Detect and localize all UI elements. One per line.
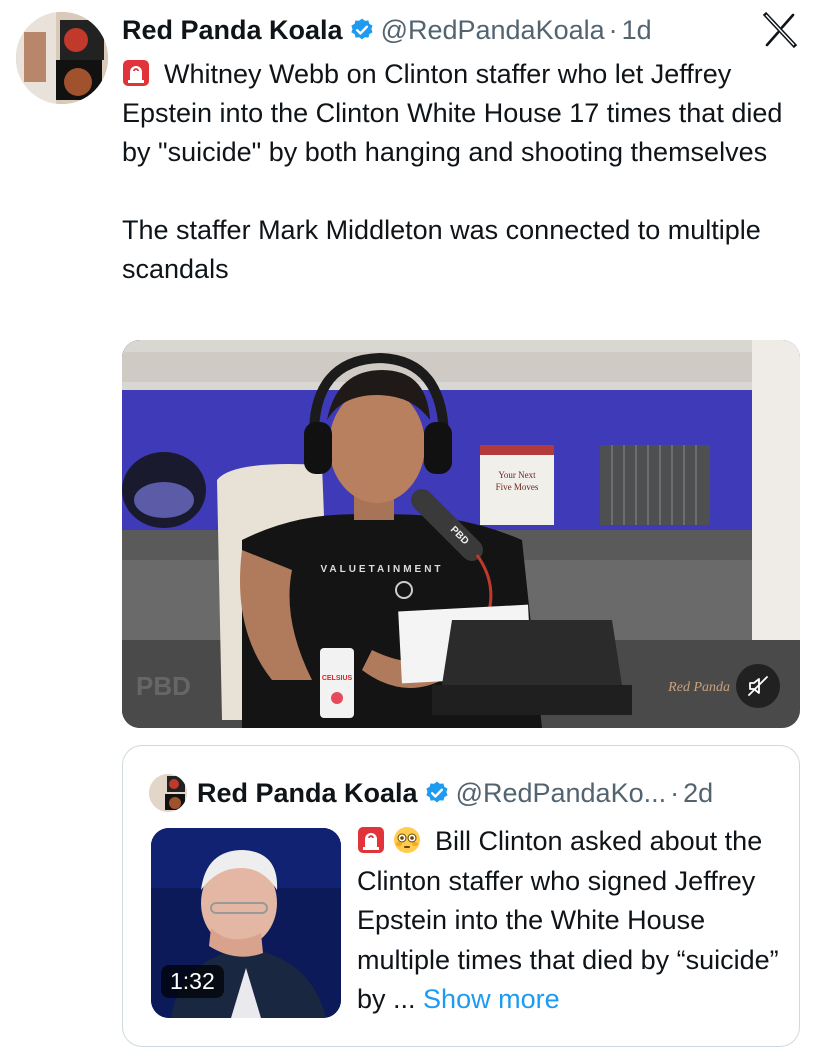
author-handle[interactable]: @RedPandaKoala (381, 15, 605, 46)
show-more-link[interactable]: Show more (423, 984, 560, 1014)
quoted-tweet-body: Bill Clinton asked about the Clinton sta… (357, 826, 779, 1014)
quoted-video-thumbnail[interactable]: 1:32 (151, 828, 341, 1018)
author-name[interactable]: Red Panda Koala (122, 15, 343, 46)
rotating-light-icon (358, 827, 384, 853)
quoted-avatar-image (149, 774, 187, 812)
author-avatar[interactable] (16, 12, 108, 104)
video-duration: 1:32 (161, 965, 224, 998)
x-logo-icon (762, 11, 798, 49)
shirt-text: VALUETAINMENT (320, 564, 443, 575)
watermark-right: Red Panda (668, 680, 730, 695)
video-player[interactable]: Your Next Five Moves VALUETAINMENT PBD C… (122, 340, 800, 728)
can-label: CELSIUS (322, 675, 353, 682)
muted-speaker-icon (748, 676, 768, 696)
video-frame: Your Next Five Moves VALUETAINMENT PBD C… (122, 340, 800, 728)
tweet-header: Red Panda Koala @RedPandaKoala · 1d (122, 12, 652, 48)
flushed-face-icon (394, 827, 420, 853)
book-title-line-2: Five Moves (496, 482, 539, 492)
tweet-text: Whitney Webb on Clinton staffer who let … (122, 55, 792, 289)
separator-dot: · (608, 14, 618, 45)
quoted-tweet-timestamp[interactable]: 2d (683, 778, 713, 809)
quoted-tweet-text: Bill Clinton asked about the Clinton sta… (357, 822, 787, 1020)
quoted-tweet-header: Red Panda Koala @RedPandaKo... · 2d (197, 774, 713, 812)
mute-button[interactable] (736, 664, 780, 708)
watermark-left: PBD (136, 671, 191, 701)
rotating-light-icon (123, 60, 149, 86)
quoted-author-handle[interactable]: @RedPandaKo... (456, 778, 667, 809)
tweet-paragraph-1-text: Whitney Webb on Clinton staffer who let … (122, 59, 783, 167)
verified-badge-icon (350, 18, 373, 40)
quoted-author-avatar[interactable] (149, 774, 187, 812)
quoted-tweet-card[interactable]: Red Panda Koala @RedPandaKo... · 2d 1:32 (122, 745, 800, 1047)
tweet-paragraph-1: Whitney Webb on Clinton staffer who let … (122, 55, 792, 172)
tweet-timestamp[interactable]: 1d (622, 15, 652, 46)
quoted-author-name[interactable]: Red Panda Koala (197, 778, 418, 809)
verified-badge-icon (425, 781, 448, 803)
tweet-paragraph-2: The staffer Mark Middleton was connected… (122, 215, 761, 284)
book-title-line-1: Your Next (498, 470, 536, 480)
avatar-image (16, 12, 108, 104)
quoted-separator-dot: · (670, 777, 680, 808)
